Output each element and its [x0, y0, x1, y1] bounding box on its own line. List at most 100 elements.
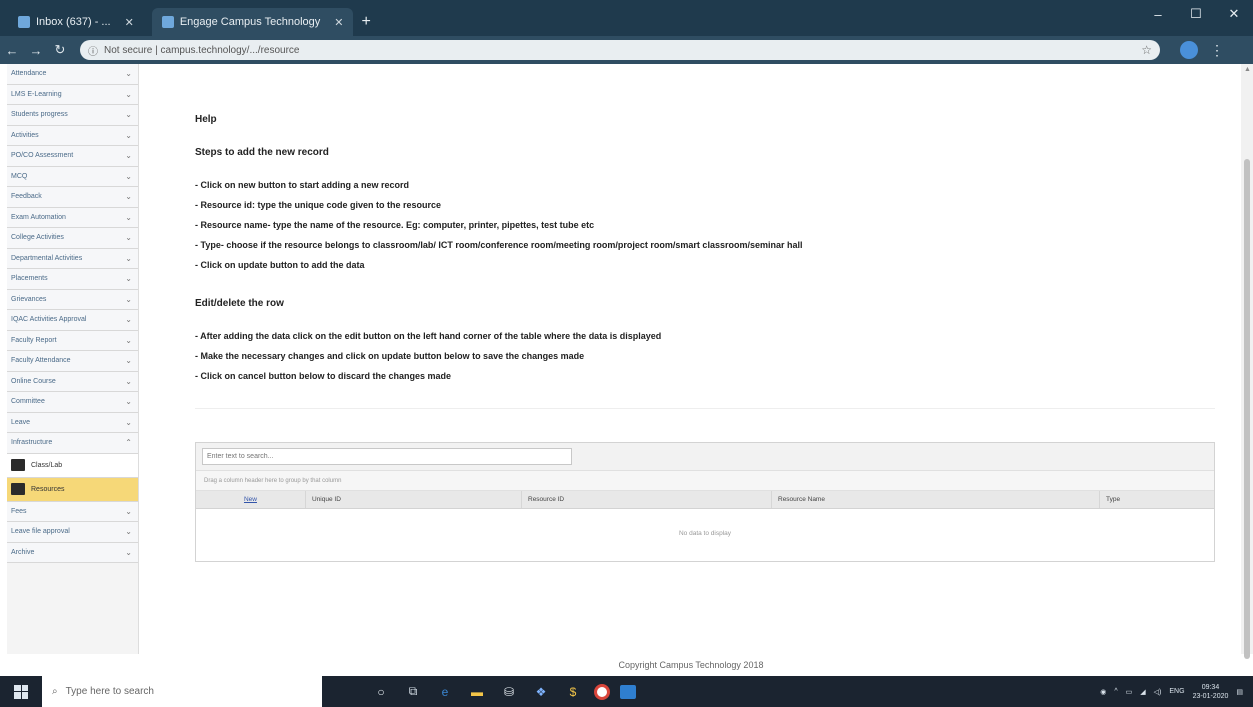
bookmark-star-icon[interactable]: ☆ — [1141, 43, 1152, 57]
sidebar-item-po-co[interactable]: PO/CO Assessment ⌄ — [7, 146, 138, 167]
sidebar-subitem-class-lab[interactable]: Class/Lab — [7, 453, 138, 478]
help-step: - Click on new button to start adding a … — [195, 180, 410, 190]
help-step: - Click on update button to add the data — [195, 260, 365, 270]
chrome-icon[interactable] — [594, 683, 610, 700]
sidebar-item-activities[interactable]: Activities ⌄ — [7, 125, 138, 146]
app-s-icon[interactable]: $ — [562, 681, 584, 703]
browser-tab-campus[interactable]: Engage Campus Technology ✕ — [151, 8, 354, 36]
sidebar-item-label: Fees — [11, 507, 27, 515]
screen: Inbox (637) - ... ✕ Engage Campus Techno… — [0, 0, 1253, 707]
search-icon: ⌕ — [52, 686, 58, 697]
chevron-down-icon: ⌄ — [125, 253, 132, 263]
sidebar-item-mcq[interactable]: MCQ ⌄ — [7, 166, 138, 187]
scrollbar-thumb[interactable] — [1244, 159, 1250, 659]
sidebar-item-label: Faculty Report — [11, 336, 57, 344]
edit-heading: Edit/delete the row — [195, 298, 284, 309]
start-button[interactable] — [0, 676, 42, 707]
photos-icon[interactable] — [620, 684, 636, 699]
help-section: Help Steps to add the new record - Click… — [195, 114, 1215, 391]
forward-icon[interactable]: → — [24, 38, 48, 62]
column-header-unique-id[interactable]: Unique ID — [306, 491, 522, 508]
cortana-icon[interactable]: ○ — [370, 681, 392, 703]
maximize-button[interactable]: ☐ — [1177, 0, 1215, 28]
close-tab-icon[interactable]: ✕ — [334, 16, 343, 29]
sidebar-item-label: Leave — [11, 418, 31, 426]
info-icon[interactable]: ⓘ — [88, 43, 98, 58]
chevron-down-icon: ⌄ — [125, 212, 132, 222]
sidebar-item-exam-automation[interactable]: Exam Automation ⌄ — [7, 207, 138, 228]
task-view-icon[interactable]: ⧉ — [402, 681, 424, 703]
browser-toolbar: ← → ↻ ⓘ Not secure | campus.technology/.… — [0, 36, 1253, 64]
new-row-link[interactable]: New — [196, 491, 306, 508]
help-step: - Type- choose if the resource belongs t… — [195, 240, 803, 250]
column-header-resource-id[interactable]: Resource ID — [522, 491, 772, 508]
chevron-down-icon: ⌄ — [125, 89, 132, 99]
sidebar-item-lms[interactable]: LMS E-Learning ⌄ — [7, 84, 138, 105]
back-icon[interactable]: ← — [0, 38, 24, 62]
sidebar-item-attendance[interactable]: Attendance ⌄ — [7, 64, 138, 85]
chevron-down-icon: ⌄ — [125, 294, 132, 304]
sidebar-item-students-progress[interactable]: Students progress ⌄ — [7, 105, 138, 126]
notifications-icon[interactable]: ▤ — [1236, 688, 1243, 696]
browser-menu-icon[interactable]: ⋮ — [1210, 42, 1224, 59]
chevron-down-icon: ⌄ — [125, 547, 132, 557]
sidebar-item-placements[interactable]: Placements ⌄ — [7, 269, 138, 290]
sidebar-item-label: LMS E-Learning — [11, 90, 62, 98]
show-hidden-icons-icon[interactable]: ^ — [1114, 688, 1117, 695]
new-tab-button[interactable]: + — [361, 8, 370, 36]
volume-icon[interactable]: ◁) — [1154, 688, 1162, 696]
sidebar-item-feedback[interactable]: Feedback ⌄ — [7, 187, 138, 208]
minimize-button[interactable]: – — [1139, 0, 1177, 28]
taskbar-search-box[interactable]: ⌕ Type here to search — [42, 676, 322, 707]
close-window-button[interactable]: ✕ — [1215, 0, 1253, 28]
sidebar-item-infrastructure[interactable]: Infrastructure ⌃ — [7, 433, 138, 454]
page-scrollbar[interactable]: ▲ — [1241, 64, 1253, 659]
sidebar-item-grievances[interactable]: Grievances ⌄ — [7, 289, 138, 310]
column-header-type[interactable]: Type — [1100, 491, 1214, 508]
clock[interactable]: 09:34 23-01-2020 — [1193, 683, 1229, 701]
browser-tab-inbox[interactable]: Inbox (637) - ... ✕ — [8, 8, 144, 36]
file-explorer-icon[interactable]: ▬ — [466, 681, 488, 703]
sidebar-item-label: Online Course — [11, 377, 56, 385]
sidebar-item-label: Infrastructure — [11, 439, 53, 447]
close-tab-icon[interactable]: ✕ — [125, 16, 134, 29]
address-bar[interactable]: ⓘ Not secure | campus.technology/.../res… — [80, 40, 1160, 60]
group-panel[interactable]: Drag a column header here to group by th… — [196, 471, 1214, 491]
sidebar-item-faculty-attendance[interactable]: Faculty Attendance ⌄ — [7, 351, 138, 372]
sidebar-item-college-activities[interactable]: College Activities ⌄ — [7, 228, 138, 249]
store-icon[interactable]: ⛁ — [498, 681, 520, 703]
sidebar-item-leave[interactable]: Leave ⌄ — [7, 412, 138, 433]
chevron-down-icon: ⌄ — [125, 397, 132, 407]
sidebar-item-iqac[interactable]: IQAC Activities Approval ⌄ — [7, 310, 138, 331]
sidebar-item-leave-file-approval[interactable]: Leave file approval ⌄ — [7, 522, 138, 543]
reload-icon[interactable]: ↻ — [48, 38, 72, 62]
sidebar-item-label: Departmental Activities — [11, 254, 83, 262]
battery-icon[interactable]: ▭ — [1126, 688, 1133, 696]
sidebar-subitem-resources[interactable]: Resources — [7, 477, 138, 502]
chevron-down-icon: ⌄ — [125, 274, 132, 284]
edge-icon[interactable]: e — [434, 681, 456, 703]
sidebar-item-archive[interactable]: Archive ⌄ — [7, 542, 138, 563]
taskbar-search-placeholder: Type here to search — [65, 686, 154, 697]
dropbox-icon[interactable]: ❖ — [530, 681, 552, 703]
folder-icon — [11, 459, 25, 471]
sidebar-item-fees[interactable]: Fees ⌄ — [7, 501, 138, 522]
sidebar-item-online-course[interactable]: Online Course ⌄ — [7, 371, 138, 392]
sidebar-item-label: Attendance — [11, 70, 47, 78]
help-title: Help — [195, 114, 217, 125]
sidebar-item-departmental-activities[interactable]: Departmental Activities ⌄ — [7, 248, 138, 269]
scroll-up-icon[interactable]: ▲ — [1244, 66, 1251, 73]
sidebar-item-faculty-report[interactable]: Faculty Report ⌄ — [7, 330, 138, 351]
column-header-resource-name[interactable]: Resource Name — [772, 491, 1100, 508]
sidebar-item-committee[interactable]: Committee ⌄ — [7, 392, 138, 413]
browser-tab-strip: Inbox (637) - ... ✕ Engage Campus Techno… — [0, 0, 1253, 36]
chrome-tray-icon[interactable]: ◉ — [1100, 688, 1106, 696]
grid-search-input[interactable] — [202, 448, 572, 465]
mail-favicon-icon — [18, 16, 30, 28]
clock-time: 09:34 — [1201, 683, 1220, 691]
network-icon[interactable]: ◢ — [1140, 688, 1145, 696]
tab-label: Inbox (637) - ... — [36, 16, 111, 28]
sidebar-item-label: PO/CO Assessment — [11, 152, 74, 160]
language-indicator[interactable]: ENG — [1169, 688, 1184, 695]
profile-avatar-icon[interactable] — [1180, 41, 1198, 59]
